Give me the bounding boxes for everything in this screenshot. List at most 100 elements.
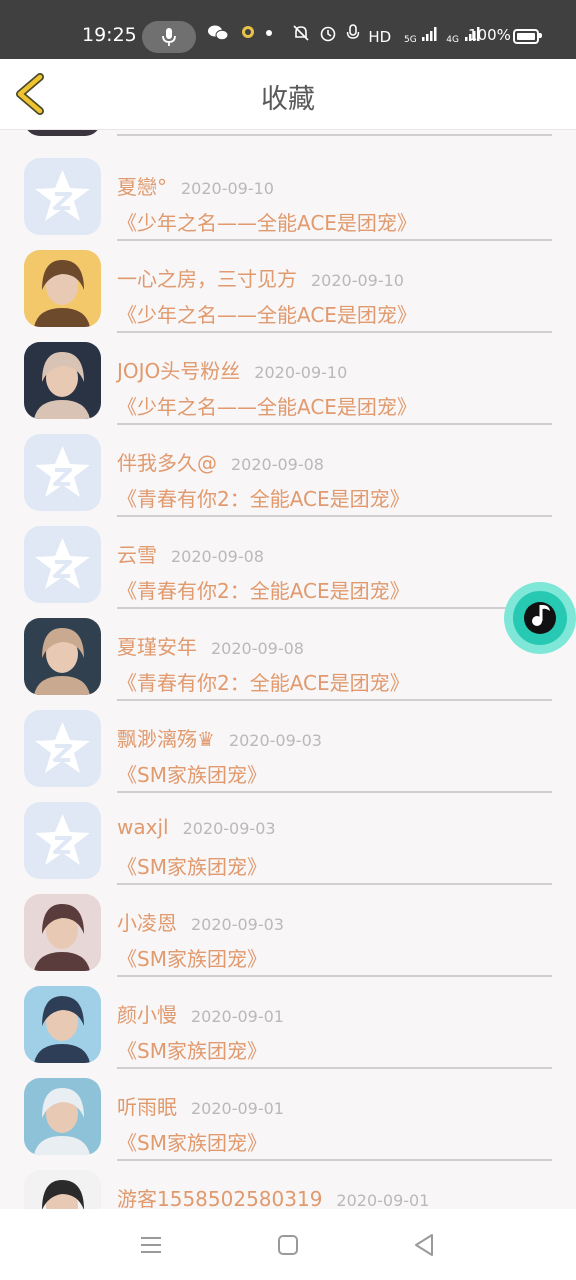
work-title[interactable]: 《SM家族团宠》 — [117, 1035, 267, 1064]
avatar[interactable] — [24, 1078, 101, 1155]
user-photo — [24, 342, 101, 419]
list-item[interactable]: 伴我多久@ 2020-09-08 《青春有你2：全能ACE是团宠》 — [0, 419, 576, 517]
battery-percent: 100% — [468, 26, 511, 44]
mic-indicator — [142, 21, 196, 53]
favorite-date: 2020-09-03 — [182, 819, 276, 838]
app-header: 收藏 — [0, 59, 576, 130]
user-name[interactable]: JOJO头号粉丝 — [117, 359, 240, 383]
favorite-date: 2020-09-01 — [191, 1007, 284, 1026]
favorite-date: 2020-09-08 — [171, 547, 264, 566]
status-time: 19:25 — [82, 24, 137, 46]
default-avatar-icon — [24, 434, 101, 511]
favorite-date: 2020-09-01 — [191, 1099, 284, 1118]
user-name[interactable]: 小凌恩 — [117, 911, 177, 935]
user-name[interactable]: 夏瑾安年 — [117, 635, 197, 659]
avatar[interactable] — [24, 526, 101, 603]
microphone-icon — [162, 28, 176, 46]
mic-status-icon — [346, 24, 359, 39]
app-notification-icon — [241, 26, 254, 38]
name-line: 游客1558502580319 2020-09-01 — [117, 1183, 429, 1209]
avatar[interactable] — [24, 894, 101, 971]
user-name[interactable]: waxjl — [117, 815, 169, 839]
user-photo — [24, 1170, 101, 1209]
user-photo — [24, 894, 101, 971]
favorite-date: 2020-09-08 — [231, 455, 324, 474]
favorite-date: 2020-09-10 — [311, 271, 404, 290]
notification-icons — [207, 24, 273, 46]
music-player-button[interactable] — [504, 582, 576, 654]
favorite-date: 2020-09-03 — [191, 915, 284, 934]
avatar[interactable] — [24, 710, 101, 787]
name-line: 飘渺漓殇♛ 2020-09-03 — [117, 723, 322, 752]
default-avatar-icon — [24, 526, 101, 603]
work-title[interactable]: 《青春有你2：全能ACE是团宠》 — [117, 667, 410, 696]
back-triangle-icon[interactable] — [413, 1233, 435, 1257]
avatar[interactable] — [24, 986, 101, 1063]
avatar[interactable] — [24, 342, 101, 419]
name-line: 小凌恩 2020-09-03 — [117, 907, 284, 936]
work-title[interactable]: 《少年之名——全能ACE是团宠》 — [117, 299, 417, 328]
work-title[interactable]: 《少年之名——全能ACE是团宠》 — [117, 391, 417, 420]
work-title[interactable]: 《SM家族团宠》 — [117, 759, 267, 788]
name-line: 夏戀° 2020-09-10 — [117, 171, 274, 200]
work-title[interactable]: 《SM家族团宠》 — [117, 851, 267, 880]
status-bar: 19:25 HD 5G 4G 100% — [0, 0, 576, 59]
avatar[interactable] — [24, 802, 101, 879]
work-title[interactable]: 《SM家族团宠》 — [117, 1127, 267, 1156]
user-name[interactable]: 听雨眠 — [117, 1095, 177, 1119]
avatar[interactable] — [24, 250, 101, 327]
avatar[interactable] — [24, 1170, 101, 1209]
signal-5g-label: 5G — [403, 35, 417, 45]
list-item[interactable]: 云雪 2020-09-08 《青春有你2：全能ACE是团宠》 — [0, 511, 576, 609]
list-item[interactable]: 颜小慢 2020-09-01 《SM家族团宠》 — [0, 971, 576, 1069]
home-icon[interactable] — [277, 1234, 299, 1256]
list-item[interactable]: waxjl 2020-09-03 《SM家族团宠》 — [0, 787, 576, 885]
work-title[interactable]: 《青春有你2：全能ACE是团宠》 — [117, 483, 410, 512]
list-item[interactable]: 听雨眠 2020-09-01 《SM家族团宠》 — [0, 1063, 576, 1161]
avatar — [24, 129, 101, 136]
list-item[interactable]: 游客1558502580319 2020-09-01 — [0, 1155, 576, 1209]
user-photo — [24, 250, 101, 327]
mute-bell-icon — [293, 25, 309, 41]
user-name[interactable]: 伴我多久@ — [117, 451, 217, 475]
favorite-date: 2020-09-10 — [181, 179, 274, 198]
default-avatar-icon — [24, 802, 101, 879]
avatar[interactable] — [24, 618, 101, 695]
avatar[interactable] — [24, 434, 101, 511]
list-item[interactable]: JOJO头号粉丝 2020-09-10 《少年之名——全能ACE是团宠》 — [0, 327, 576, 425]
name-line: 伴我多久@ 2020-09-08 — [117, 447, 324, 476]
list-item[interactable]: 飘渺漓殇♛ 2020-09-03 《SM家族团宠》 — [0, 695, 576, 793]
user-name[interactable]: 云雪 — [117, 543, 157, 567]
list-item[interactable]: 小凌恩 2020-09-03 《SM家族团宠》 — [0, 879, 576, 977]
user-name[interactable]: 游客1558502580319 — [117, 1187, 322, 1209]
user-photo — [24, 986, 101, 1063]
user-name[interactable]: 夏戀° — [117, 175, 167, 199]
favorite-date: 2020-09-03 — [228, 731, 322, 750]
user-name[interactable]: 飘渺漓殇♛ — [117, 727, 215, 751]
user-photo — [24, 1078, 101, 1155]
list-item[interactable]: 一心之房，三寸见方 2020-09-10 《少年之名——全能ACE是团宠》 — [0, 235, 576, 333]
avatar[interactable] — [24, 158, 101, 235]
list-item[interactable]: 夏戀° 2020-09-10 《少年之名——全能ACE是团宠》 — [0, 143, 576, 241]
work-title[interactable]: 《SM家族团宠》 — [117, 943, 267, 972]
name-line: 一心之房，三寸见方 2020-09-10 — [117, 263, 404, 292]
default-avatar-icon — [24, 710, 101, 787]
system-nav-bar — [0, 1209, 576, 1280]
name-line: 颜小慢 2020-09-01 — [117, 999, 284, 1028]
work-title[interactable]: 《少年之名——全能ACE是团宠》 — [117, 207, 417, 236]
user-name[interactable]: 一心之房，三寸见方 — [117, 267, 297, 291]
list-item[interactable]: 夏瑾安年 2020-09-08 《青春有你2：全能ACE是团宠》 — [0, 603, 576, 701]
network-hd-label: HD — [368, 28, 392, 46]
battery-tip — [539, 33, 542, 38]
menu-icon[interactable] — [140, 1235, 162, 1255]
user-name[interactable]: 颜小慢 — [117, 1003, 177, 1027]
divider — [117, 134, 552, 136]
music-note-icon — [524, 602, 556, 634]
work-title[interactable]: 《青春有你2：全能ACE是团宠》 — [117, 575, 410, 604]
favorites-list[interactable]: 夏戀° 2020-09-10 《少年之名——全能ACE是团宠》 一心之房，三寸见方 20… — [0, 129, 576, 1209]
wechat-icon — [208, 25, 229, 41]
favorite-date: 2020-09-08 — [211, 639, 304, 658]
name-line: 听雨眠 2020-09-01 — [117, 1091, 284, 1120]
name-line: 夏瑾安年 2020-09-08 — [117, 631, 304, 660]
user-photo — [24, 618, 101, 695]
